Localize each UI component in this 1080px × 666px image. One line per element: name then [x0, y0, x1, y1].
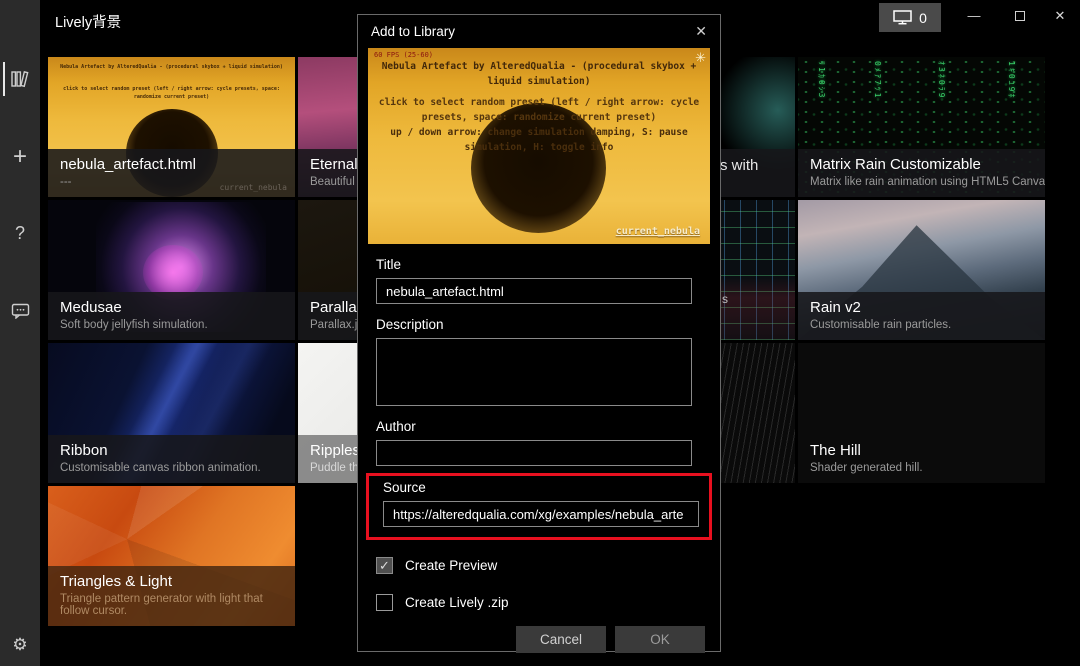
page-title: Lively背景 [55, 11, 121, 32]
tile-subtitle: Triangle pattern generator with light th… [60, 593, 280, 617]
title-label: Title [376, 257, 720, 272]
tile-watermark: current_nebula [220, 183, 287, 192]
display-count: 0 [919, 10, 927, 26]
maximize-button[interactable] [998, 0, 1042, 31]
add-to-library-dialog: Add to Library ✕ 60 FPS (25-60) ✳ Nebula… [357, 14, 721, 652]
description-input[interactable] [376, 338, 692, 406]
description-label: Description [376, 317, 720, 332]
close-window-button[interactable]: ✕ [1038, 0, 1080, 31]
tile-rain-v2[interactable]: Rain v2 Customisable rain particles. [798, 200, 1045, 340]
preview-heading: Nebula Artefact by AlteredQualia - (proc… [374, 60, 704, 89]
preview-controls-line: up / down arrow: change simulation dampi… [374, 126, 704, 155]
create-preview-checkbox-row[interactable]: ✓ Create Preview [376, 557, 720, 574]
app-window: + ? ⚙ Lively背景 0 — ✕ Nebula Artefact by … [0, 0, 1080, 666]
cancel-button[interactable]: Cancel [516, 626, 606, 653]
tile-matrix-rain[interactable]: ﾘ1ｶ0ｼ3 0ﾒｱ7ﾂ1 ｵ3ﾈ0ﾗ9 1ｷ0ﾕ9ﾎ Matrix Rain … [798, 57, 1045, 197]
wallpaper-preview: 60 FPS (25-60) ✳ Nebula Artefact by Alte… [368, 48, 710, 244]
books-glyph [10, 70, 30, 88]
create-preview-label: Create Preview [405, 558, 497, 573]
feedback-icon[interactable] [0, 294, 40, 328]
tile-title-fragment: s with [720, 157, 758, 174]
tile-title: Ribbon [60, 442, 283, 459]
tile-subtitle: Shader generated hill. [810, 462, 1033, 474]
tile-medusae[interactable]: Medusae Soft body jellyfish simulation. [48, 200, 295, 340]
tile-subtitle: Customisable rain particles. [810, 319, 1033, 331]
ok-button[interactable]: OK [615, 626, 705, 653]
checkbox-unchecked-icon[interactable] [376, 594, 393, 611]
tile-caption: The Hill Shader generated hill. [798, 435, 1045, 483]
preview-watermark: current_nebula [616, 226, 700, 237]
library-icon[interactable] [0, 62, 40, 96]
add-wallpaper-icon[interactable]: + [0, 140, 40, 174]
source-input[interactable] [383, 501, 699, 527]
tile-title: Medusae [60, 299, 283, 316]
maximize-icon [1015, 11, 1025, 21]
tile-triangles-light[interactable]: Triangles & Light Triangle pattern gener… [48, 486, 295, 626]
dialog-close-icon[interactable]: ✕ [695, 23, 707, 40]
source-label: Source [383, 480, 702, 495]
minimize-button[interactable]: — [952, 0, 996, 31]
tile-caption: Triangles & Light Triangle pattern gener… [48, 566, 295, 626]
tile-title: Matrix Rain Customizable [810, 156, 1033, 173]
source-highlight-box: Source [366, 473, 712, 540]
tile-caption: Medusae Soft body jellyfish simulation. [48, 292, 295, 340]
author-label: Author [376, 419, 720, 434]
preview-overlay-text: Nebula Artefact by AlteredQualia - (proc… [374, 60, 704, 155]
dialog-buttons: Cancel OK [358, 626, 705, 653]
sidebar: + ? ⚙ [0, 0, 40, 666]
settings-gear-icon[interactable]: ⚙ [0, 628, 40, 662]
tile-caption: Rain v2 Customisable rain particles. [798, 292, 1045, 340]
tile-title: Rain v2 [810, 299, 1033, 316]
tile-caption: Matrix Rain Customizable Matrix like rai… [798, 149, 1045, 197]
matrix-glyph-column: 1ｷ0ﾕ9ﾎ [1006, 61, 1017, 99]
monitor-icon [893, 10, 912, 25]
tile-nebula-artefact[interactable]: Nebula Artefact by AlteredQualia - (proc… [48, 57, 295, 197]
author-input[interactable] [376, 440, 692, 466]
tile-title: Triangles & Light [60, 573, 283, 590]
create-zip-checkbox-row[interactable]: Create Lively .zip [376, 594, 720, 611]
create-zip-label: Create Lively .zip [405, 595, 509, 610]
tile-subtitle: Matrix like rain animation using HTML5 C… [810, 176, 1033, 188]
display-select-button[interactable]: 0 [879, 3, 941, 32]
tile-mini-text: click to select random preset (left / ri… [52, 85, 291, 101]
preview-controls-line: click to select random preset (left / ri… [374, 96, 704, 125]
matrix-glyph-column: ﾘ1ｶ0ｼ3 [816, 61, 827, 99]
tile-the-hill[interactable]: The Hill Shader generated hill. [798, 343, 1045, 483]
tile-mini-text: Nebula Artefact by AlteredQualia - (proc… [52, 63, 291, 71]
tile-ribbon[interactable]: Ribbon Customisable canvas ribbon animat… [48, 343, 295, 483]
tile-subtitle: Soft body jellyfish simulation. [60, 319, 283, 331]
tile-caption: Ribbon Customisable canvas ribbon animat… [48, 435, 295, 483]
tile-subtitle: Customisable canvas ribbon animation. [60, 462, 283, 474]
help-icon[interactable]: ? [0, 216, 40, 250]
tile-title-fragment: s [722, 292, 728, 306]
tile-title: nebula_artefact.html [60, 156, 283, 173]
matrix-glyph-column: 0ﾒｱ7ﾂ1 [872, 61, 883, 99]
matrix-glyph-column: ｵ3ﾈ0ﾗ9 [936, 61, 947, 99]
dialog-header: Add to Library ✕ [358, 15, 720, 47]
title-input[interactable] [376, 278, 692, 304]
dialog-title: Add to Library [371, 24, 455, 39]
fps-counter: 60 FPS (25-60) [374, 51, 433, 59]
tile-title: The Hill [810, 442, 1033, 459]
checkbox-checked-icon[interactable]: ✓ [376, 557, 393, 574]
